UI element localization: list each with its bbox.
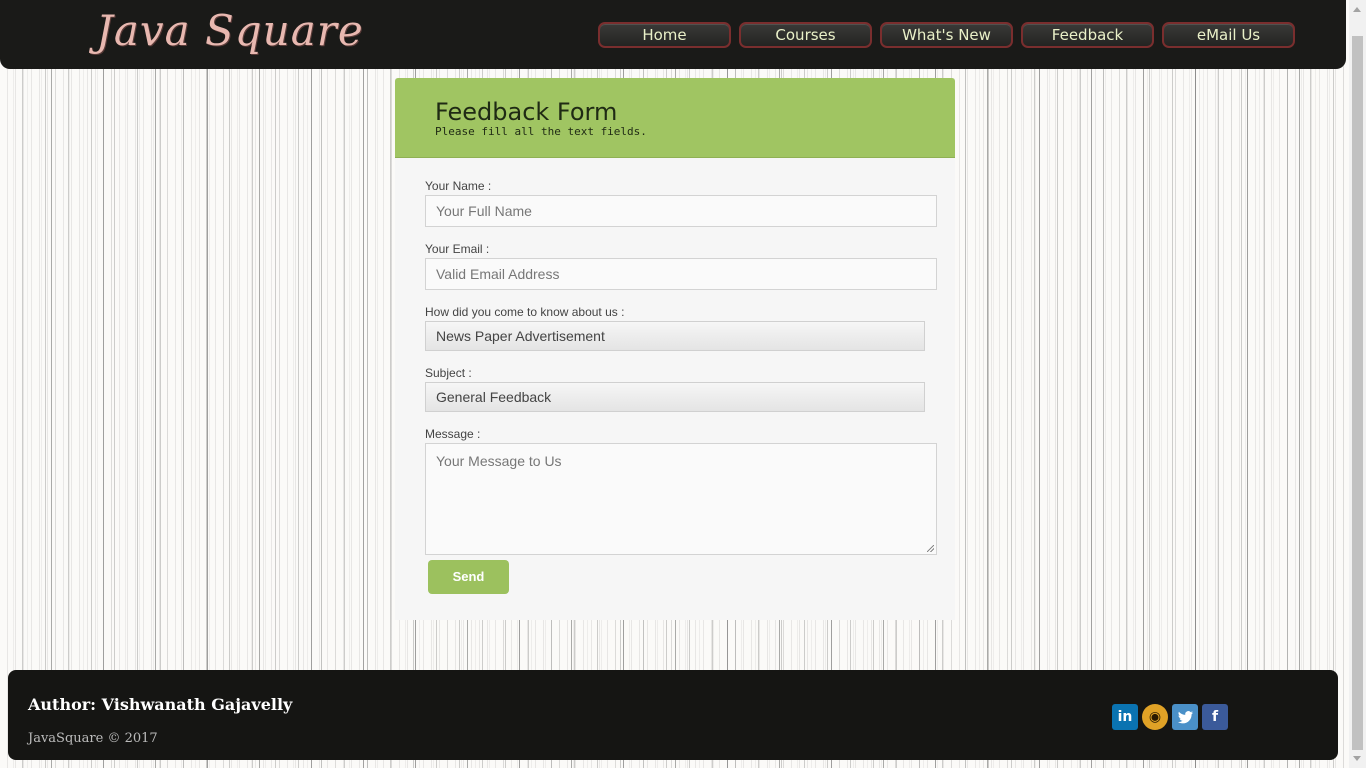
- copyright-text: JavaSquare © 2017: [28, 731, 158, 746]
- feedback-form: Feedback Form Please fill all the text f…: [395, 78, 955, 620]
- subject-label: Subject :: [425, 366, 472, 380]
- scroll-down-arrow-icon[interactable]: [1353, 756, 1361, 761]
- social-links: in ◉ f: [1112, 704, 1228, 730]
- email-label: Your Email :: [425, 242, 490, 256]
- message-textarea[interactable]: Your Message to Us: [425, 443, 937, 555]
- form-header: Feedback Form Please fill all the text f…: [395, 78, 955, 158]
- source-select[interactable]: News Paper Advertisement: [425, 321, 925, 351]
- subject-select[interactable]: General Feedback: [425, 382, 925, 412]
- message-label: Message :: [425, 427, 481, 441]
- nav-email-us-button[interactable]: eMail Us: [1162, 22, 1295, 48]
- nav-whats-new-button[interactable]: What's New: [880, 22, 1013, 48]
- email-input[interactable]: Valid Email Address: [425, 258, 937, 290]
- resize-handle-icon[interactable]: [927, 545, 934, 552]
- send-button[interactable]: Send: [428, 560, 509, 594]
- site-logo[interactable]: Java Square: [96, 6, 364, 55]
- nav-home-button[interactable]: Home: [598, 22, 731, 48]
- facebook-icon[interactable]: f: [1202, 704, 1228, 730]
- source-label: How did you come to know about us :: [425, 305, 625, 319]
- form-subtitle: Please fill all the text fields.: [435, 125, 647, 138]
- name-label: Your Name :: [425, 179, 492, 193]
- page-scrollbar[interactable]: [1349, 0, 1366, 768]
- twitter-bird-glyph: [1178, 711, 1193, 724]
- author-text: Author: Vishwanath Gajavelly: [28, 695, 293, 714]
- site-footer: Author: Vishwanath Gajavelly JavaSquare …: [8, 670, 1338, 760]
- main-nav: Home Courses What's New Feedback eMail U…: [598, 22, 1295, 48]
- scroll-thumb[interactable]: [1352, 36, 1363, 750]
- nav-feedback-button[interactable]: Feedback: [1021, 22, 1154, 48]
- linkedin-icon[interactable]: in: [1112, 704, 1138, 730]
- scroll-up-arrow-icon[interactable]: [1353, 7, 1361, 12]
- form-title: Feedback Form: [435, 98, 618, 126]
- nav-courses-button[interactable]: Courses: [739, 22, 872, 48]
- name-input[interactable]: Your Full Name: [425, 195, 937, 227]
- site-header: Java Square Home Courses What's New Feed…: [0, 0, 1346, 69]
- github-icon[interactable]: ◉: [1142, 704, 1168, 730]
- twitter-icon[interactable]: [1172, 704, 1198, 730]
- message-placeholder: Your Message to Us: [436, 453, 562, 469]
